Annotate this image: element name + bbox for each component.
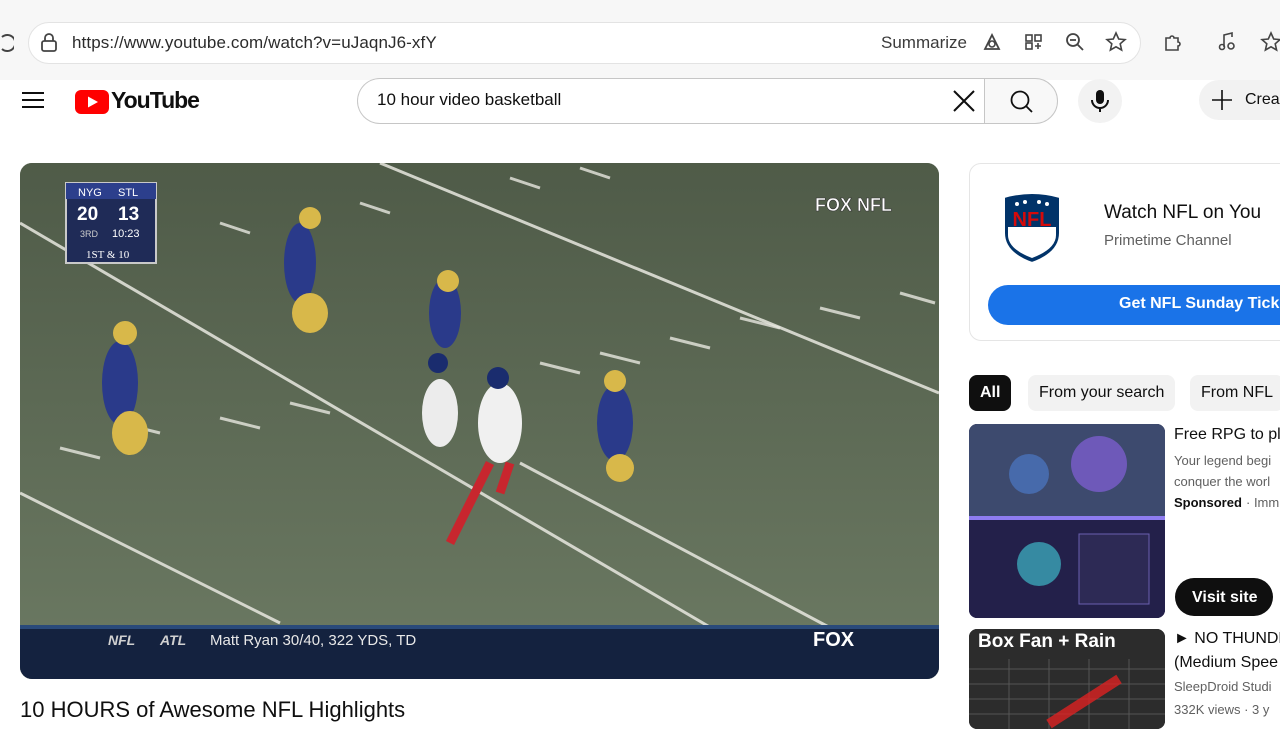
- nfl-shield-icon[interactable]: NFL: [1001, 187, 1063, 265]
- youtube-logo-icon[interactable]: [75, 90, 109, 114]
- chip-from-your-search[interactable]: From your search: [1028, 375, 1176, 411]
- zoom-out-icon[interactable]: [1064, 31, 1086, 53]
- advertiser-name: · Imm: [1246, 495, 1280, 510]
- video-player[interactable]: NYG STL 20 13 3RD 10:23 1ST & 10 FOX NFL…: [20, 163, 939, 679]
- favorites-list-icon[interactable]: [1260, 31, 1280, 53]
- scorebug-team1: NYG: [78, 187, 102, 199]
- ticker-text: Matt Ryan 30/40, 322 YDS, TD: [210, 632, 416, 649]
- search-query[interactable]: 10 hour video basketball: [377, 90, 561, 110]
- chip-all[interactable]: All: [969, 375, 1012, 411]
- video-title: 10 HOURS of Awesome NFL Highlights: [20, 697, 406, 722]
- channel-name[interactable]: SleepDroid Studi: [1174, 679, 1272, 694]
- summarize-button[interactable]: Summarize: [881, 33, 967, 53]
- ticker-network: FOX: [813, 629, 855, 651]
- scorebug-quarter: 3RD: [80, 229, 99, 239]
- ad-cta-label[interactable]: Get NFL Sunday Ticke: [1119, 295, 1280, 313]
- favorite-star-icon[interactable]: [1105, 31, 1127, 53]
- youtube-logo-text[interactable]: YouTube: [111, 87, 200, 114]
- ticker-team: ATL: [159, 632, 186, 648]
- network-bug: FOX NFL: [815, 195, 892, 215]
- view-count: 332K views · 3 y: [1174, 702, 1270, 717]
- menu-icon[interactable]: [22, 91, 44, 109]
- chip-from-nfl[interactable]: From NFL: [1190, 375, 1280, 411]
- recommendation-thumbnail[interactable]: [969, 424, 1165, 618]
- recommendation-title[interactable]: ► NO THUNDE: [1174, 630, 1280, 648]
- extensions-icon[interactable]: [1162, 31, 1184, 53]
- copilot-icon[interactable]: [981, 31, 1003, 53]
- ticker-league: NFL: [108, 632, 135, 648]
- ad-subtitle: Primetime Channel: [1104, 232, 1232, 249]
- clear-search-icon[interactable]: [951, 88, 977, 114]
- thumbnail-text: Box Fan + Rain: [978, 631, 1116, 652]
- create-label[interactable]: Crea: [1245, 91, 1280, 109]
- recommendation-title[interactable]: Free RPG to pl: [1174, 426, 1280, 444]
- recommendation-description: conquer the worl: [1174, 474, 1271, 489]
- scorebug-down: 1ST & 10: [86, 249, 130, 261]
- scorebug-clock: 10:23: [112, 228, 140, 240]
- visit-site-label[interactable]: Visit site: [1192, 589, 1258, 607]
- search-button[interactable]: [984, 78, 1058, 124]
- scorebug-score2: 13: [118, 204, 139, 225]
- scorebug-score1: 20: [77, 204, 98, 225]
- reload-icon[interactable]: [0, 33, 14, 53]
- voice-search-button[interactable]: [1078, 79, 1122, 123]
- recommendation-description: Your legend begi: [1174, 453, 1272, 468]
- site-info-icon[interactable]: [40, 33, 58, 53]
- scorebug-team2: STL: [118, 187, 138, 199]
- apps-icon[interactable]: [1024, 31, 1044, 53]
- url-text[interactable]: https://www.youtube.com/watch?v=uJaqnJ6-…: [72, 33, 437, 53]
- ad-title[interactable]: Watch NFL on You: [1104, 202, 1261, 224]
- media-control-icon[interactable]: [1216, 31, 1238, 53]
- recommendation-title[interactable]: (Medium Spee: [1174, 654, 1278, 672]
- nfl-shield-text: NFL: [1013, 209, 1052, 231]
- sponsored-label: Sponsored: [1174, 495, 1242, 510]
